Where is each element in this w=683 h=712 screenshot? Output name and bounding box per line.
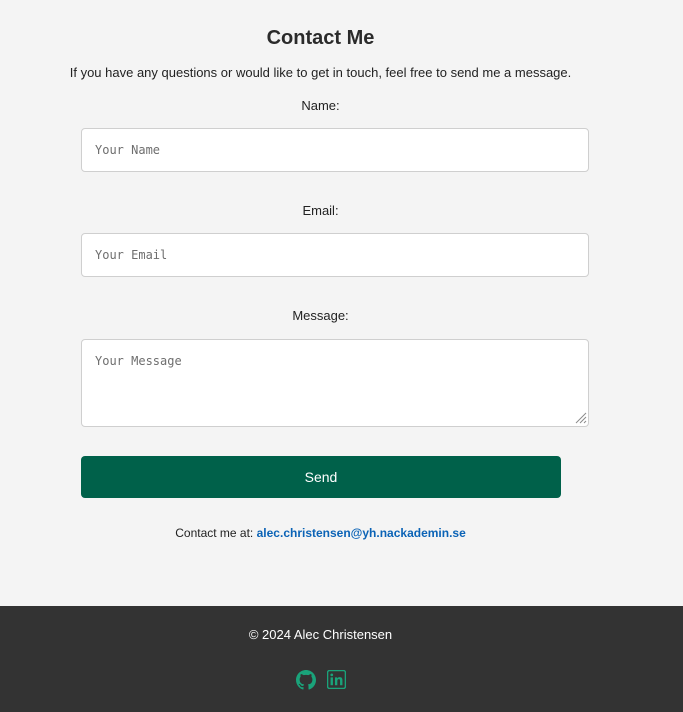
name-field[interactable] (81, 128, 589, 172)
resize-handle-icon[interactable] (573, 410, 587, 424)
message-field[interactable] (81, 339, 589, 427)
email-label: Email: (302, 203, 339, 218)
github-icon[interactable] (296, 670, 316, 690)
page: Contact Me If you have any questions or … (0, 0, 683, 712)
email-field[interactable] (81, 233, 589, 277)
intro-text: If you have any questions or would like … (69, 65, 572, 80)
contact-line: Contact me at: alec.christensen@yh.nacka… (0, 526, 641, 540)
send-button[interactable]: Send (81, 456, 561, 498)
contact-section: Contact Me If you have any questions or … (0, 0, 683, 606)
linkedin-icon[interactable] (327, 670, 347, 690)
copyright-text: © 2024 Alec Christensen (248, 627, 393, 642)
page-title: Contact Me (266, 27, 375, 49)
footer: © 2024 Alec Christensen (0, 606, 683, 712)
name-label: Name: (301, 98, 340, 113)
contact-email-link[interactable]: alec.christensen@yh.nackademin.se (257, 526, 466, 540)
contact-prefix: Contact me at: (175, 526, 254, 540)
message-label: Message: (292, 308, 349, 323)
